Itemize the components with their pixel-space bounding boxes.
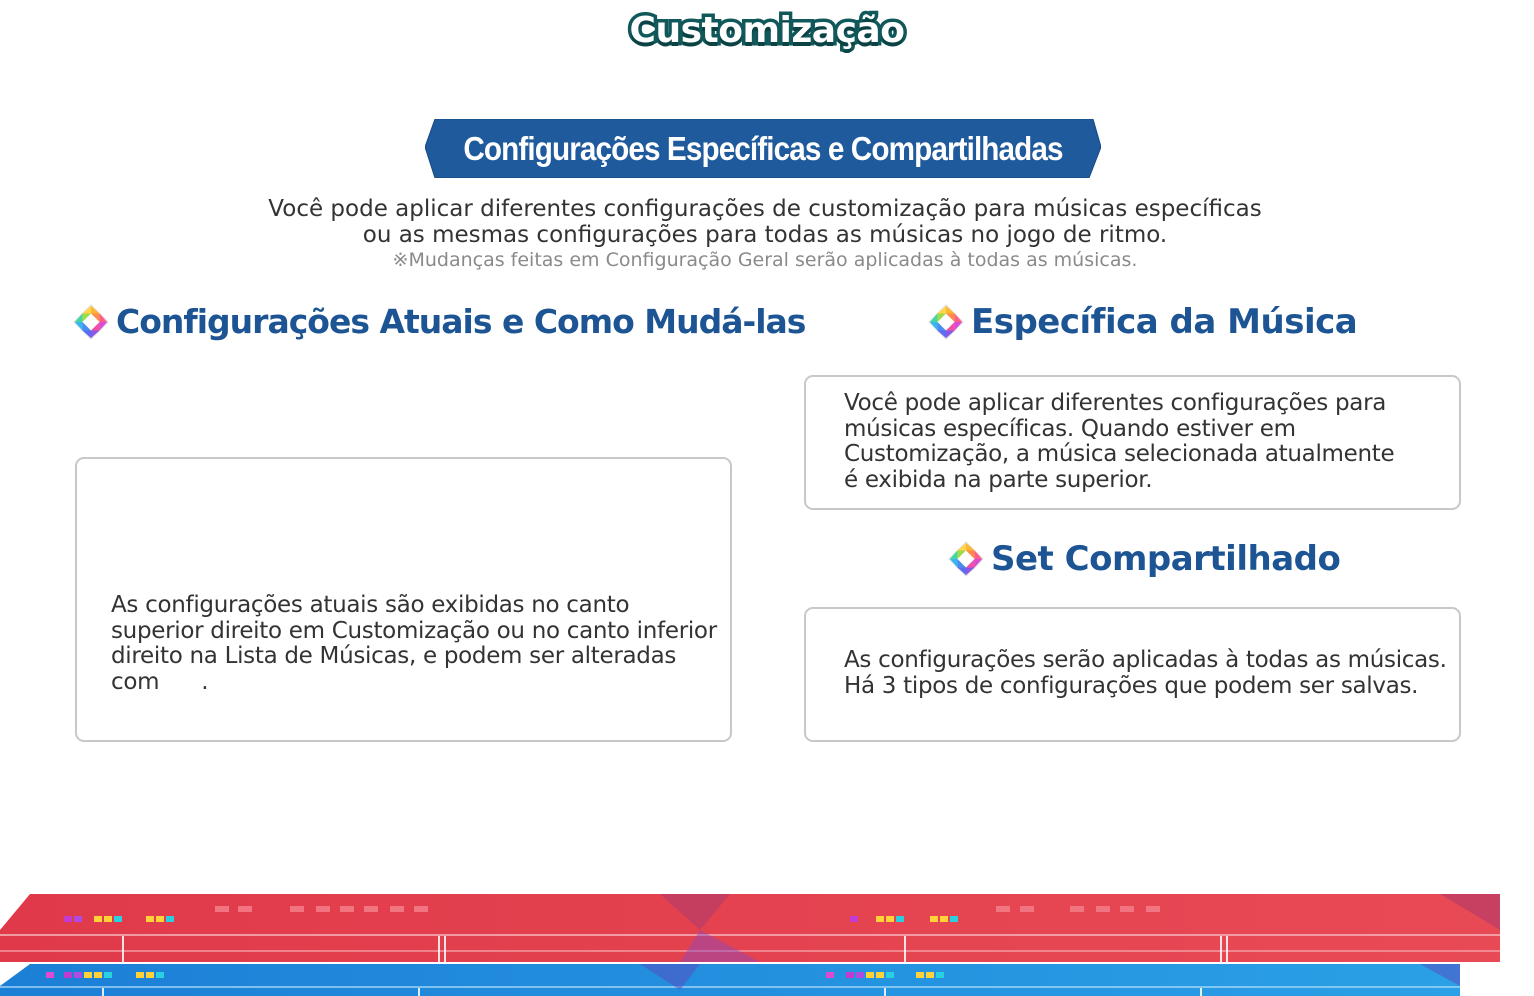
text-line: músicas específicas. Quando estiver em: [844, 415, 1296, 442]
text-line: é exibida na parte superior.: [844, 466, 1153, 493]
intro-note: ※Mudanças feitas em Configuração Geral s…: [392, 249, 1138, 271]
gem-icon: [73, 303, 109, 340]
section-heading-label: Configurações Atuais e Como Mudá-las: [116, 302, 806, 341]
current-settings-text: As configurações atuais são exibidas no …: [111, 592, 717, 696]
text-fragment: com: [111, 668, 160, 695]
gem-icon: [928, 304, 964, 340]
text-line: Há 3 tipos de configurações que podem se…: [844, 672, 1419, 699]
banner-title: Configurações Específicas e Compartilhad…: [463, 130, 1063, 167]
text-fragment: .: [201, 668, 209, 695]
section-banner: Configurações Específicas e Compartilhad…: [425, 119, 1101, 178]
intro-line: Você pode aplicar diferentes configuraçõ…: [268, 196, 1262, 222]
section-heading-current: Configurações Atuais e Como Mudá-las: [72, 302, 806, 341]
text-line: com.: [111, 668, 717, 696]
section-heading-label: Específica da Música: [971, 302, 1358, 342]
text-line: superior direito em Customização ou no c…: [111, 617, 717, 644]
section-heading-shared: Set Compartilhado: [947, 539, 1341, 579]
current-settings-box: As configurações atuais são exibidas no …: [75, 457, 732, 742]
section-heading-specific: Específica da Música: [927, 302, 1358, 342]
shared-settings-box: As configurações serão aplicadas à todas…: [804, 607, 1461, 742]
page-title: Customização: [626, 7, 908, 55]
intro-line: ou as mesmas configurações para todas as…: [362, 222, 1168, 248]
specific-settings-box: Você pode aplicar diferentes configuraçõ…: [804, 375, 1461, 510]
section-heading-label: Set Compartilhado: [991, 539, 1341, 579]
text-line: direito na Lista de Músicas, e podem ser…: [111, 643, 677, 669]
specific-settings-text: Você pode aplicar diferentes configuraçõ…: [844, 390, 1395, 493]
text-line: As configurações atuais são exibidas no …: [111, 592, 630, 618]
text-line: As configurações serão aplicadas à todas…: [844, 647, 1447, 673]
text-line: Customização, a música selecionada atual…: [844, 441, 1395, 467]
gem-icon: [948, 541, 984, 577]
intro-text: Você pode aplicar diferentes configuraçõ…: [0, 196, 1530, 272]
decorative-stripes: [0, 894, 1500, 996]
shared-settings-text: As configurações serão aplicadas à todas…: [844, 647, 1447, 699]
text-line: Você pode aplicar diferentes configuraçõ…: [844, 390, 1387, 416]
